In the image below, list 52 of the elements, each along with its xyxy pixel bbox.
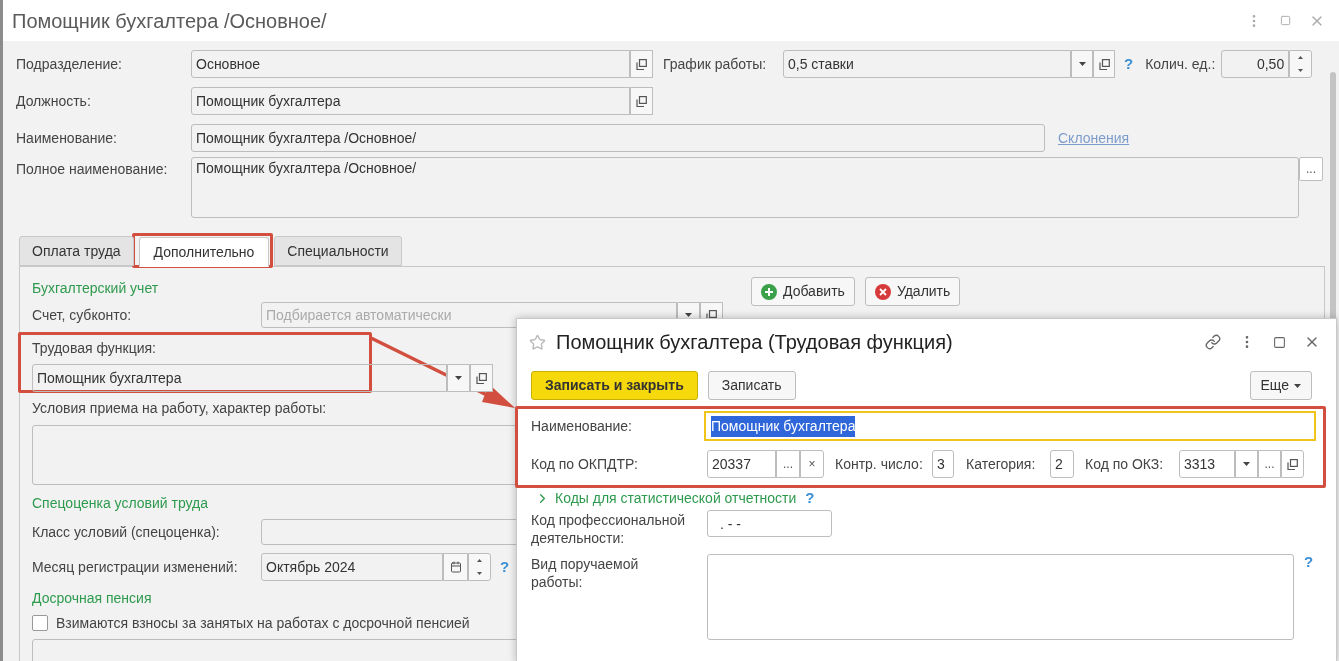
delete-button[interactable]: Удалить (864, 277, 961, 306)
statistics-codes-toggle[interactable]: Коды для статистической отчетности (535, 487, 797, 509)
position-field[interactable]: Помощник бухгалтера (191, 87, 630, 115)
field-label: Код по ОКПДТР: (531, 454, 639, 474)
field-label: График работы: (663, 54, 768, 74)
control-number-field[interactable]: 3 (932, 450, 954, 478)
name-field[interactable]: Помощник бухгалтера (704, 411, 1316, 441)
field-label: Трудовая функция: (32, 339, 156, 356)
field-label: Наименование: (16, 128, 118, 148)
schedule-field[interactable]: 0,5 ставки (783, 50, 1071, 78)
select-button[interactable]: ... (776, 450, 800, 478)
field-label: Класс условий (спецоценка): (32, 522, 221, 542)
tab[interactable]: Дополнительно (138, 237, 270, 267)
tab[interactable]: Специальности (274, 236, 402, 266)
field-label: Вид поручаемой работы: (531, 555, 640, 591)
labor-function-field[interactable]: Помощник бухгалтера (32, 364, 447, 392)
field-label: Контр. число: (835, 454, 924, 474)
field-label: Месяц регистрации изменений: (32, 557, 239, 577)
section-heading: Спецоценка условий труда (32, 494, 209, 513)
tab[interactable]: Оплата труда (19, 236, 134, 266)
field-label: Колич. ед.: (1145, 54, 1217, 74)
field-label: Категория: (966, 454, 1037, 474)
section-heading: Досрочная пенсия (32, 589, 152, 608)
field-label: Код по ОКЗ: (1085, 454, 1165, 474)
okz-field[interactable]: 3313 (1179, 450, 1235, 478)
save-and-close-button[interactable]: Записать и закрыть (531, 371, 698, 400)
full-name-field[interactable]: Помощник бухгалтера /Основное/ (191, 157, 1299, 218)
field-label: Код профессиональной деятельности: (531, 511, 687, 547)
field-label: Подразделение: (16, 54, 123, 74)
month-field[interactable]: Октябрь 2024 (261, 553, 443, 581)
field-label: Полное наименование: (16, 160, 169, 179)
help-mark[interactable]: ? (1304, 551, 1314, 574)
add-button[interactable]: Добавить (751, 277, 855, 306)
field-label: Наименование: (531, 416, 633, 436)
section-heading: Бухгалтерский учет (32, 279, 159, 298)
select-button[interactable]: ... (1299, 157, 1323, 181)
category-field[interactable]: 2 (1050, 450, 1074, 478)
field-label: Должность: (16, 91, 92, 111)
save-button[interactable]: Записать (707, 371, 796, 400)
subdivision-field[interactable]: Основное (191, 50, 630, 78)
professional-code-field[interactable]: . - - (707, 510, 832, 537)
clear-button[interactable]: × (800, 450, 824, 478)
okpdtr-field[interactable]: 20337 (707, 450, 776, 478)
window-title: Помощник бухгалтера /Основное/ (12, 8, 327, 34)
field-label: Условия приема на работу, характер работы: (32, 399, 327, 416)
quantity-field[interactable]: 0,50 (1221, 50, 1290, 78)
more-button[interactable]: Еще (1249, 371, 1312, 400)
select-button[interactable]: ... (1258, 450, 1281, 478)
name-field[interactable]: Помощник бухгалтера /Основное/ (191, 124, 1045, 152)
dialog-title: Помощник бухгалтера (Трудовая функция) (556, 330, 953, 355)
field-label: Счет, субконто: (32, 305, 133, 325)
checkbox-label: Взимаются взносы за занятых на работах с досрочной пенсией (56, 613, 470, 633)
